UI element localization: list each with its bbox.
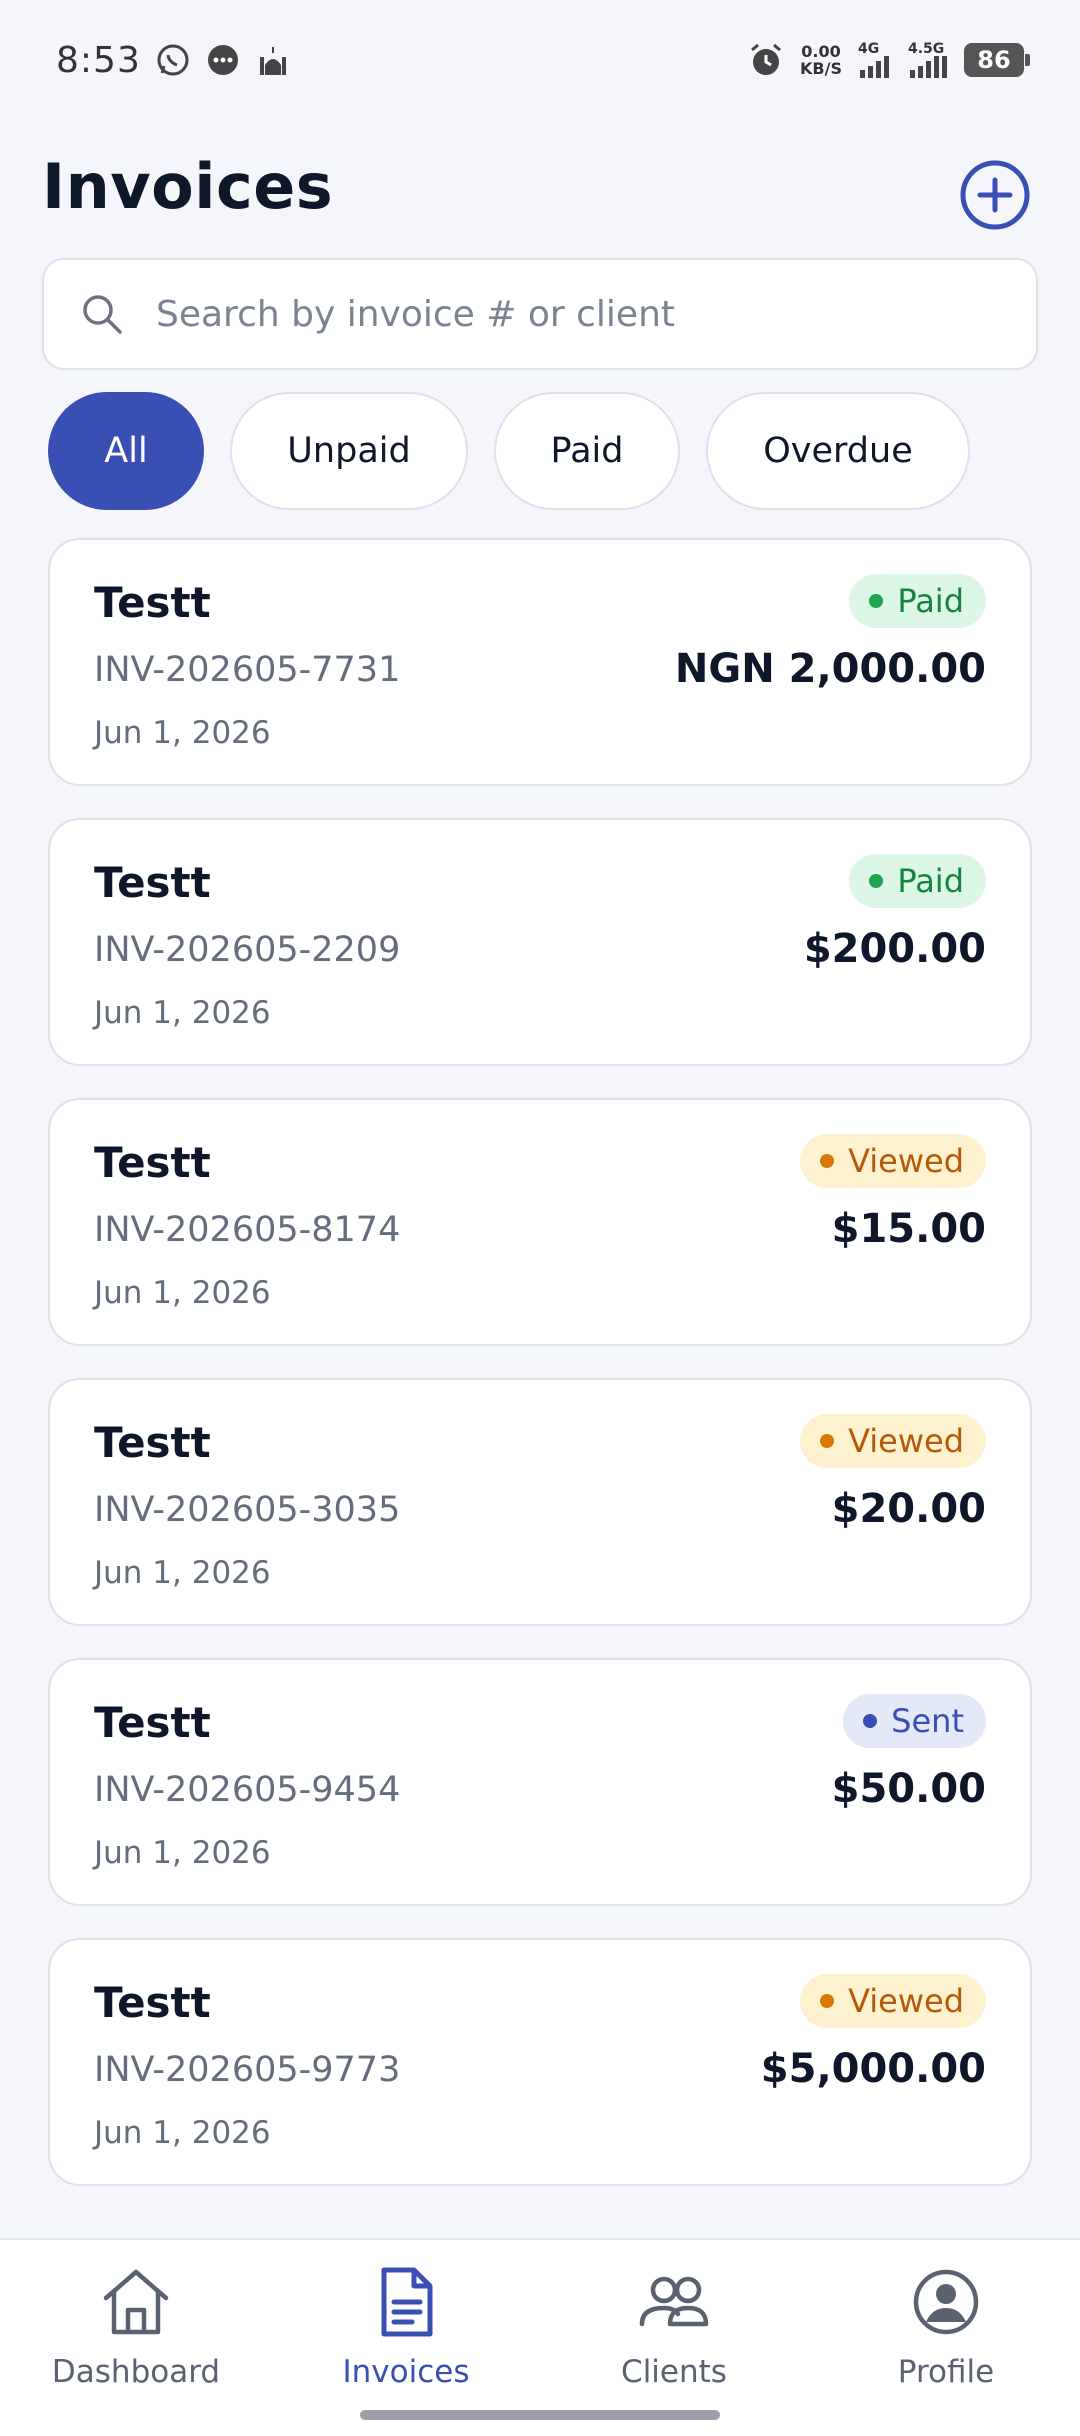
profile-icon [906,2262,986,2342]
status-badge-label: Viewed [848,1982,964,2020]
invoice-card[interactable]: Testt Sent INV-202605-9454 $50.00 Jun 1,… [48,1658,1032,1906]
signal-4-5g-label: 4.5G [908,41,945,57]
invoice-number: INV-202605-9454 [94,1770,401,1810]
filter-chip-unpaid[interactable]: Unpaid [230,392,468,510]
invoice-date: Jun 1, 2026 [94,715,271,751]
document-icon [366,2262,446,2342]
network-speed-unit: KB/S [800,59,842,78]
invoice-date: Jun 1, 2026 [94,995,271,1031]
invoice-number: INV-202605-8174 [94,1210,401,1250]
home-indicator[interactable] [360,2410,720,2420]
nav-label-clients: Clients [621,2354,727,2390]
status-badge-label: Paid [897,862,964,900]
invoice-date: Jun 1, 2026 [94,1275,271,1311]
status-dot [820,1434,835,1448]
status-dot [863,1714,878,1728]
nav-item-clients[interactable]: Clients [564,2262,784,2402]
invoice-card[interactable]: Testt Viewed INV-202605-9773 $5,000.00 J… [48,1938,1032,2186]
invoice-card[interactable]: Testt Viewed INV-202605-3035 $20.00 Jun … [48,1378,1032,1626]
nav-item-profile[interactable]: Profile [836,2262,1056,2402]
invoice-number: INV-202605-2209 [94,930,401,970]
status-badge-label: Paid [897,582,964,620]
status-right: 0.00 KB/S 4G 4.5G 86 [748,42,1030,78]
status-badge: Paid [849,854,986,908]
nav-item-dashboard[interactable]: Dashboard [26,2262,246,2402]
mosque-icon [255,42,291,78]
invoice-number: INV-202605-7731 [94,650,401,690]
status-dot [869,594,884,608]
signal-4-5g: 4.5G [908,42,948,78]
status-left: 8:53 [56,40,291,81]
invoice-list: Testt Paid INV-202605-7731 NGN 2,000.00 … [48,538,1032,2186]
invoice-client-name: Testt [94,1978,211,2027]
status-badge: Sent [843,1694,986,1748]
users-icon [634,2262,714,2342]
invoice-card[interactable]: Testt Viewed INV-202605-8174 $15.00 Jun … [48,1098,1032,1346]
status-badge-label: Sent [891,1702,964,1740]
home-icon [96,2262,176,2342]
status-dot [869,874,884,888]
filter-chip-paid[interactable]: Paid [494,392,680,510]
invoice-amount: $200.00 [803,926,986,972]
status-time: 8:53 [56,39,141,81]
status-badge-label: Viewed [848,1142,964,1180]
status-dot [820,1994,835,2008]
search-box[interactable] [42,258,1038,370]
nav-label-invoices: Invoices [342,2354,470,2390]
message-icon [205,42,241,78]
invoice-number: INV-202605-9773 [94,2050,401,2090]
invoice-date: Jun 1, 2026 [94,2115,271,2151]
invoice-amount: $5,000.00 [760,2046,986,2092]
plus-circle-icon [960,160,1030,230]
search-input[interactable] [156,293,1036,335]
network-speed: 0.00 KB/S [800,43,842,77]
invoice-client-name: Testt [94,1698,211,1747]
invoice-client-name: Testt [94,1418,211,1467]
status-badge-label: Viewed [848,1422,964,1460]
filter-chip-all[interactable]: All [48,392,204,510]
whatsapp-icon [155,42,191,78]
add-invoice-button[interactable] [958,158,1032,232]
status-bar: 8:53 0.00 KB/S 4G 4.5G 86 [0,0,1080,120]
status-dot [820,1154,835,1168]
filter-chip-overdue[interactable]: Overdue [706,392,970,510]
nav-label-dashboard: Dashboard [51,2354,221,2390]
page-title: Invoices [42,150,334,223]
status-badge: Viewed [800,1134,986,1188]
status-badge: Paid [849,574,986,628]
invoice-amount: $50.00 [831,1766,986,1812]
invoice-amount: NGN 2,000.00 [674,646,986,692]
search-icon [83,295,122,334]
signal-4g-label: 4G [858,41,880,57]
network-speed-value: 0.00 [801,42,841,61]
bottom-nav: Dashboard Invoices Clients Profile [0,2238,1080,2436]
status-badge: Viewed [800,1414,986,1468]
signal-bars-icon [860,56,889,78]
invoice-amount: $15.00 [831,1206,986,1252]
invoice-card[interactable]: Testt Paid INV-202605-2209 $200.00 Jun 1… [48,818,1032,1066]
invoice-card[interactable]: Testt Paid INV-202605-7731 NGN 2,000.00 … [48,538,1032,786]
nav-label-profile: Profile [897,2354,995,2390]
invoice-date: Jun 1, 2026 [94,1555,271,1591]
status-filter-chips: All Unpaid Paid Overdue [48,392,970,510]
invoice-client-name: Testt [94,578,211,627]
alarm-icon [748,42,784,78]
invoice-client-name: Testt [94,858,211,907]
invoice-number: INV-202605-3035 [94,1490,401,1530]
signal-4g: 4G [858,42,892,78]
invoice-client-name: Testt [94,1138,211,1187]
invoice-date: Jun 1, 2026 [94,1835,271,1871]
status-badge: Viewed [800,1974,986,2028]
invoice-amount: $20.00 [831,1486,986,1532]
nav-item-invoices[interactable]: Invoices [296,2262,516,2402]
signal-bars-icon [910,56,947,78]
battery-indicator: 86 [964,43,1030,77]
app-root: 8:53 0.00 KB/S 4G 4.5G 86 Invoices Searc… [0,0,1080,2436]
